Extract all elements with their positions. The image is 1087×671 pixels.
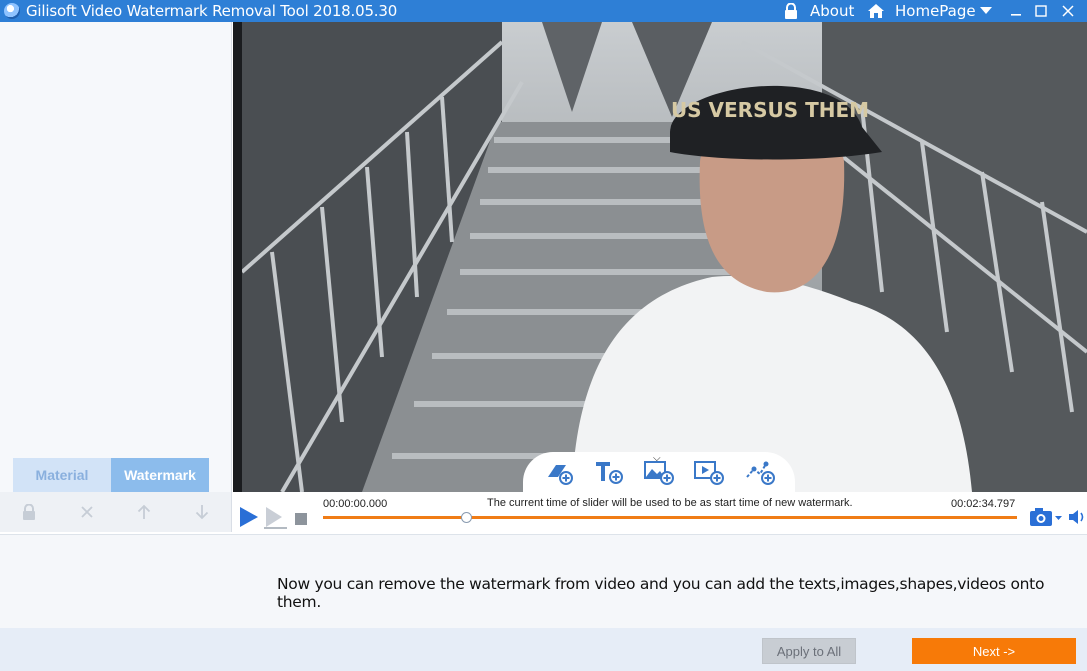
footer-bar: Apply to All Next ->: [0, 628, 1087, 671]
lock-button[interactable]: [0, 492, 58, 532]
watermark-list-toolbar: [0, 492, 231, 532]
video-frame-image: US VERSUS THEM: [242, 22, 1087, 492]
add-mosaic-button[interactable]: [743, 457, 777, 487]
add-shape-icon: [548, 465, 574, 485]
add-video-icon: [694, 461, 725, 485]
add-shape-button[interactable]: [541, 457, 575, 487]
window-title: Gilisoft Video Watermark Removal Tool 20…: [26, 2, 398, 20]
stop-icon: [295, 513, 307, 525]
end-time: 00:02:34.797: [951, 498, 1016, 510]
snapshot-button[interactable]: [1029, 507, 1063, 532]
sidebar-tabs: Material Watermark: [13, 458, 209, 492]
delete-icon: [80, 506, 93, 518]
chevron-down-icon: [980, 7, 992, 14]
play-icon: [240, 507, 258, 527]
menu-dropdown-button[interactable]: [974, 0, 998, 22]
apply-to-all-button[interactable]: Apply to All: [762, 638, 856, 664]
title-bar: Gilisoft Video Watermark Removal Tool 20…: [0, 0, 1087, 22]
info-panel: Now you can remove the watermark from vi…: [0, 534, 1087, 628]
volume-button[interactable]: [1068, 508, 1086, 531]
video-preview[interactable]: US VERSUS THEM ⌵: [233, 22, 1087, 492]
move-down-icon: [195, 505, 209, 520]
maximize-icon: [1035, 5, 1047, 17]
lock-icon: [22, 504, 35, 520]
play-segment-icon: [264, 507, 287, 529]
watermark-list-panel: Material Watermark: [0, 22, 232, 532]
start-time: 00:00:00.000: [323, 498, 388, 510]
homepage-label: HomePage: [895, 2, 976, 20]
camera-icon: [1030, 508, 1062, 526]
tab-watermark[interactable]: Watermark: [111, 458, 209, 492]
image-options-chevron-icon[interactable]: ⌵: [653, 453, 661, 464]
play-segment-button[interactable]: [263, 506, 289, 535]
slider-hint: The current time of slider will be used …: [487, 497, 853, 509]
move-down-button[interactable]: [173, 492, 231, 532]
app-logo-icon: [4, 3, 20, 19]
close-button[interactable]: [1056, 0, 1080, 22]
timeline-slider-handle[interactable]: [461, 512, 472, 523]
play-button[interactable]: [239, 506, 259, 533]
about-button[interactable]: About: [784, 1, 854, 21]
homepage-button[interactable]: HomePage: [867, 1, 976, 21]
add-text-icon: [595, 462, 623, 484]
delete-button[interactable]: [58, 492, 116, 532]
timeline-slider[interactable]: [323, 516, 1017, 519]
video-frame[interactable]: US VERSUS THEM: [242, 22, 1087, 492]
volume-icon: [1069, 510, 1084, 524]
next-button[interactable]: Next ->: [912, 638, 1076, 664]
lock-icon: [785, 3, 797, 19]
instruction-text: Now you can remove the watermark from vi…: [277, 575, 1045, 611]
minimize-button[interactable]: [1004, 0, 1028, 22]
stop-button[interactable]: [295, 512, 307, 530]
add-mosaic-icon: [745, 461, 775, 485]
close-icon: [1062, 5, 1074, 17]
move-up-button[interactable]: [116, 492, 174, 532]
home-icon: [868, 4, 884, 18]
playback-controls: 00:00:00.000 The current time of slider …: [233, 492, 1087, 534]
cap-text: US VERSUS THEM: [671, 98, 869, 122]
minimize-icon: [1011, 14, 1021, 16]
about-label: About: [810, 2, 855, 20]
move-up-icon: [138, 504, 151, 519]
maximize-button[interactable]: [1029, 0, 1053, 22]
add-video-button[interactable]: [692, 457, 726, 487]
tab-material[interactable]: Material: [13, 458, 111, 492]
add-text-button[interactable]: [592, 457, 626, 487]
